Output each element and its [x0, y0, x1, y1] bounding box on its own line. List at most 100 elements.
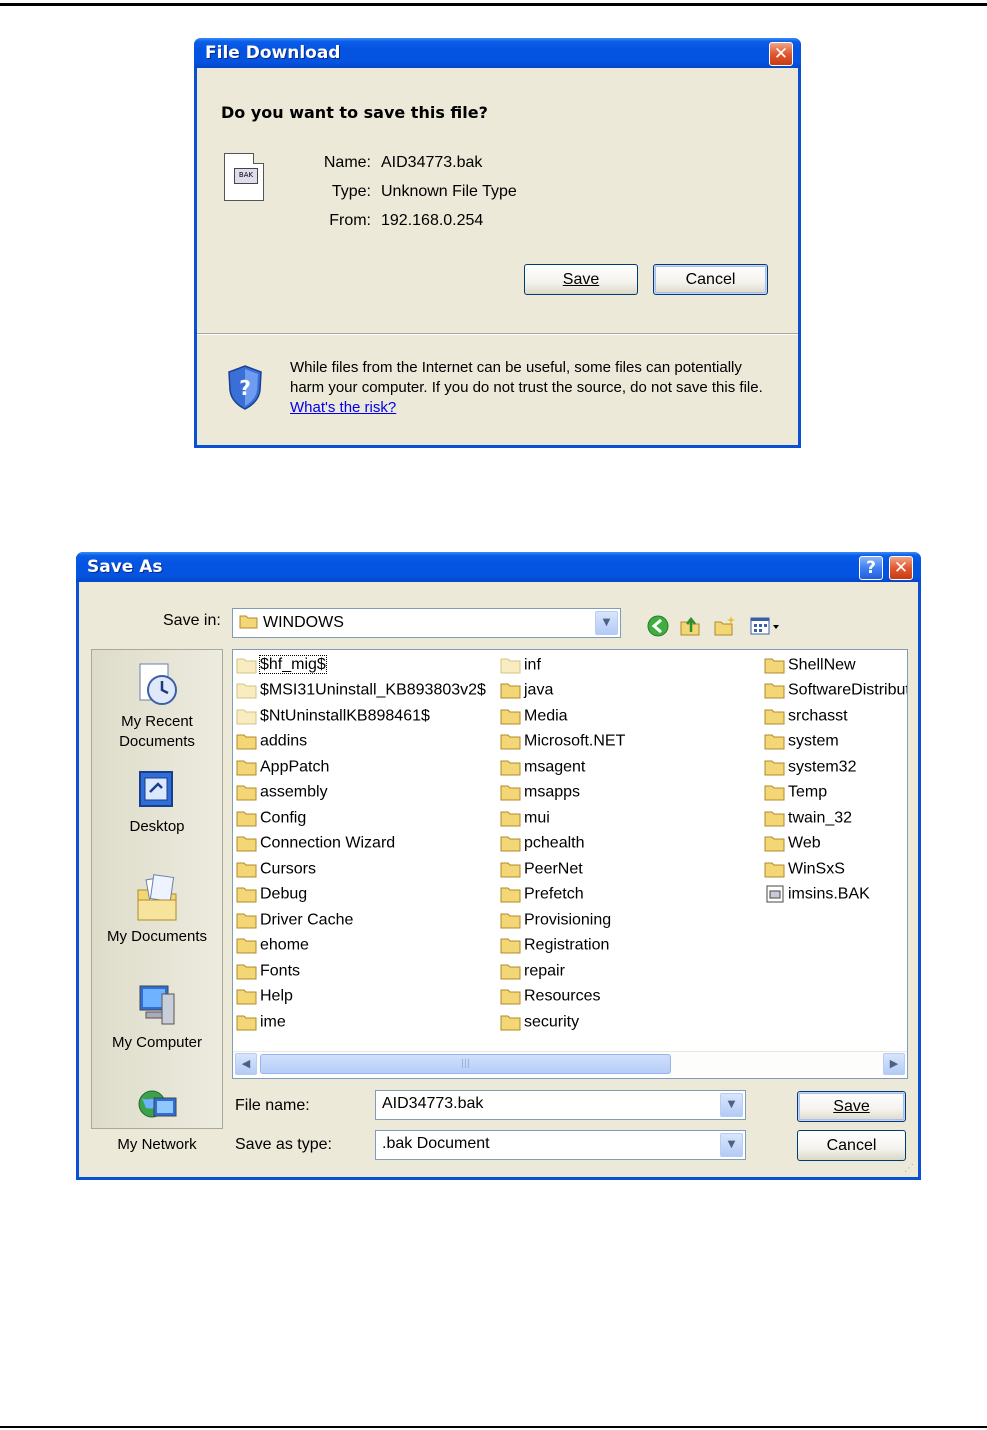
save-button[interactable]: Save [524, 264, 638, 295]
list-item[interactable]: Resources [500, 983, 600, 1008]
place-desktop[interactable]: Desktop [92, 768, 222, 835]
list-item[interactable]: security [500, 1009, 579, 1034]
list-item[interactable]: Config [236, 805, 306, 830]
list-item[interactable]: ime [236, 1009, 286, 1034]
resize-grip-icon[interactable]: ⋰ [904, 1163, 916, 1175]
save-question: Do you want to save this file? [221, 103, 488, 122]
list-item[interactable]: Registration [500, 932, 609, 957]
folder-icon [500, 1015, 521, 1031]
chevron-down-icon[interactable]: ▼ [720, 1133, 743, 1157]
save-type-value: .bak Document [382, 1135, 490, 1152]
save-type-dropdown[interactable]: .bak Document ▼ [375, 1130, 746, 1160]
folder-icon [500, 887, 521, 903]
folder-icon [764, 811, 785, 827]
list-item[interactable]: addins [236, 728, 307, 753]
list-item[interactable]: Provisioning [500, 907, 611, 932]
file-list[interactable]: $hf_mig$ $MSI31Uninstall_KB893803v2$ $Nt… [232, 649, 908, 1079]
list-item[interactable]: srchasst [764, 703, 848, 728]
horizontal-scrollbar[interactable]: ◀ ||| ▶ [233, 1051, 907, 1076]
scroll-left-icon[interactable]: ◀ [235, 1053, 257, 1075]
hidden-folder-icon [500, 658, 521, 674]
close-icon: ✕ [893, 558, 909, 578]
my-network-icon [138, 1090, 177, 1118]
list-item[interactable]: pchealth [500, 830, 585, 855]
folder-icon [236, 938, 257, 954]
list-item[interactable]: java [500, 677, 553, 702]
list-item[interactable]: assembly [236, 779, 328, 804]
desktop-icon [139, 771, 173, 807]
list-item[interactable]: system [764, 728, 839, 753]
page-bottom-rule [0, 1426, 987, 1428]
bak-file-icon [766, 885, 784, 903]
list-item[interactable]: twain_32 [764, 805, 852, 830]
list-item[interactable]: Debug [236, 881, 307, 906]
list-item[interactable]: Cursors [236, 856, 316, 881]
from-label: From: [329, 212, 371, 229]
list-item[interactable]: Prefetch [500, 881, 584, 906]
chevron-down-icon[interactable]: ▼ [720, 1093, 743, 1117]
scroll-thumb[interactable]: ||| [260, 1054, 671, 1074]
list-item[interactable]: WinSxS [764, 856, 845, 881]
list-item[interactable]: $hf_mig$ [236, 652, 327, 677]
place-recent-documents[interactable]: My Recent Documents [92, 660, 222, 752]
view-menu-icon[interactable] [749, 614, 783, 638]
up-folder-icon[interactable] [678, 614, 702, 638]
list-item[interactable]: msagent [500, 754, 585, 779]
folder-icon [500, 862, 521, 878]
list-item[interactable]: inf [500, 652, 541, 677]
folder-icon [239, 615, 258, 629]
cancel-button[interactable]: Cancel [653, 264, 768, 295]
list-item[interactable]: Fonts [236, 958, 300, 983]
file-download-titlebar[interactable]: File Download ✕ [194, 38, 801, 68]
chevron-down-icon[interactable]: ▼ [595, 611, 618, 635]
list-item[interactable]: Driver Cache [236, 907, 353, 932]
close-button[interactable]: ✕ [889, 556, 913, 580]
list-item[interactable]: SoftwareDistribution [764, 677, 907, 702]
save-in-dropdown[interactable]: WINDOWS ▼ [232, 608, 621, 638]
list-item[interactable]: Microsoft.NET [500, 728, 625, 753]
svg-text:?: ? [239, 376, 251, 400]
list-item[interactable]: ShellNew [764, 652, 856, 677]
type-label: Type: [331, 183, 371, 200]
places-bar: My Recent Documents Desktop My Documents [91, 649, 223, 1153]
name-label: Name: [323, 154, 371, 171]
list-item[interactable]: PeerNet [500, 856, 583, 881]
new-folder-icon[interactable] [713, 614, 737, 638]
back-icon[interactable] [646, 614, 670, 638]
file-name-field[interactable]: AID34773.bak ▼ [375, 1090, 746, 1120]
list-item[interactable]: imsins.BAK [764, 881, 870, 906]
folder-icon [764, 760, 785, 776]
list-item[interactable]: msapps [500, 779, 580, 804]
cancel-button[interactable]: Cancel [797, 1130, 906, 1161]
save-button[interactable]: Save [797, 1091, 906, 1122]
list-item[interactable]: ehome [236, 932, 309, 957]
list-item[interactable]: Connection Wizard [236, 830, 395, 855]
folder-icon [500, 734, 521, 750]
recent-documents-icon [139, 663, 177, 705]
list-item[interactable]: AppPatch [236, 754, 329, 779]
place-my-documents[interactable]: My Documents [92, 872, 222, 945]
place-my-computer[interactable]: My Computer [92, 980, 222, 1051]
save-in-value: WINDOWS [263, 614, 344, 631]
list-item[interactable]: $NtUninstallKB898461$ [236, 703, 430, 728]
help-button[interactable]: ? [859, 556, 883, 580]
place-my-network[interactable]: My Network [92, 1084, 222, 1153]
folder-icon [500, 989, 521, 1005]
risk-link[interactable]: What's the risk? [290, 399, 396, 416]
list-item[interactable]: mui [500, 805, 550, 830]
close-button[interactable]: ✕ [769, 42, 793, 66]
list-item[interactable]: system32 [764, 754, 856, 779]
folder-icon [236, 964, 257, 980]
list-item[interactable]: repair [500, 958, 565, 983]
list-item[interactable]: Temp [764, 779, 827, 804]
folder-icon [764, 709, 785, 725]
list-item[interactable]: Media [500, 703, 568, 728]
folder-icon [500, 938, 521, 954]
list-item[interactable]: $MSI31Uninstall_KB893803v2$ [236, 677, 486, 702]
folder-icon [236, 913, 257, 929]
scroll-right-icon[interactable]: ▶ [883, 1053, 905, 1075]
folder-icon [764, 836, 785, 852]
save-as-titlebar[interactable]: Save As ? ✕ [76, 552, 921, 582]
list-item[interactable]: Web [764, 830, 821, 855]
list-item[interactable]: Help [236, 983, 293, 1008]
